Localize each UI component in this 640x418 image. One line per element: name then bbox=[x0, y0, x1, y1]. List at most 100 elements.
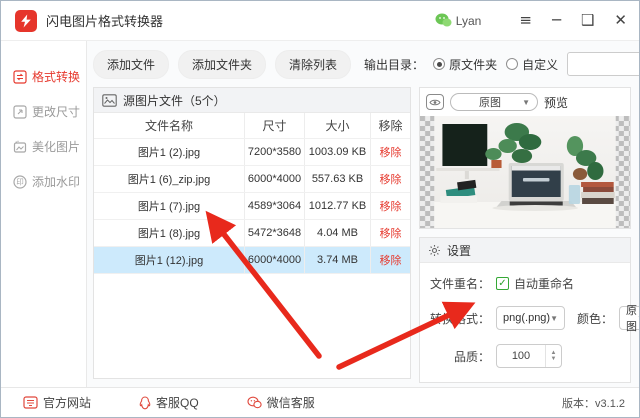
radio-custom-label: 自定义 bbox=[522, 57, 559, 72]
watermark-icon: 印 bbox=[13, 174, 27, 189]
radio-custom[interactable]: 自定义 bbox=[506, 56, 558, 73]
chevron-down-icon: ▼ bbox=[550, 313, 559, 323]
color-label: 颜色： bbox=[577, 311, 614, 326]
sidebar-item-label: 格式转换 bbox=[32, 70, 81, 84]
color-dropdown[interactable]: 原图 ▼ bbox=[619, 305, 639, 333]
sidebar-item-format-convert[interactable]: 格式转换 bbox=[1, 59, 86, 94]
table-row[interactable]: 图片1 (6)_zip.jpg 6000*4000 557.63 KB 移除 bbox=[94, 166, 410, 193]
sidebar-item-beautify[interactable]: 美化图片 bbox=[1, 129, 86, 164]
table-row[interactable]: 图片1 (8).jpg 5472*3648 4.04 MB 移除 bbox=[94, 220, 410, 247]
preview-label: 预览 bbox=[544, 95, 569, 110]
app-logo-icon bbox=[15, 9, 37, 32]
column-header-dimensions: 尺寸 bbox=[244, 113, 304, 138]
preview-panel: 原图 ▼ 预览 bbox=[419, 87, 631, 229]
remove-link[interactable]: 移除 bbox=[370, 220, 410, 246]
file-name: 图片1 (12).jpg bbox=[134, 255, 204, 267]
footer-bar: 官方网站 客服QQ 微信客服 版本：v3.1.2 bbox=[1, 387, 639, 417]
settings-panel: 设置 文件重名： ✓ 自动重命名 转换格式： png(.png) ▼ 颜色： 原… bbox=[419, 237, 639, 383]
add-files-button[interactable]: 添加文件 bbox=[93, 49, 170, 79]
radio-original-folder[interactable]: 原文件夹 bbox=[433, 56, 497, 73]
wechat-support-label: 微信客服 bbox=[266, 396, 315, 410]
source-files-header: 源图片文件（5个） bbox=[94, 88, 410, 113]
format-dropdown[interactable]: png(.png) ▼ bbox=[496, 306, 566, 330]
file-name: 图片1 (2).jpg bbox=[137, 147, 201, 159]
clear-list-button[interactable]: 清除列表 bbox=[275, 49, 352, 79]
remove-link[interactable]: 移除 bbox=[370, 193, 410, 219]
sidebar-item-label: 美化图片 bbox=[32, 140, 81, 154]
file-dimensions: 6000*4000 bbox=[244, 166, 304, 192]
sidebar-item-resize[interactable]: 更改尺寸 bbox=[1, 94, 86, 129]
user-name: Lyan bbox=[455, 13, 482, 28]
table-row[interactable]: 图片1 (7).jpg 4589*3064 1012.77 KB 移除 bbox=[94, 193, 410, 220]
gear-icon bbox=[429, 244, 440, 256]
rename-label: 文件重名： bbox=[429, 277, 490, 291]
beautify-icon bbox=[13, 140, 27, 153]
resize-icon bbox=[13, 104, 27, 119]
maximize-icon[interactable]: ❑ bbox=[581, 13, 594, 28]
close-icon[interactable]: ✕ bbox=[614, 13, 627, 28]
table-header-row: 文件名称 尺寸 大小 移除 bbox=[94, 113, 410, 139]
column-header-remove: 移除 bbox=[370, 113, 410, 138]
file-size: 557.63 KB bbox=[304, 166, 370, 192]
app-window: 闪电图片格式转换器 Lyan ≡ ─ ❑ ✕ 格式转换 更改尺寸 美化图片 印 … bbox=[0, 0, 640, 418]
radio-original-folder-label: 原文件夹 bbox=[449, 57, 498, 72]
sidebar: 格式转换 更改尺寸 美化图片 印 添加水印 bbox=[1, 41, 87, 387]
preview-eye-icon[interactable] bbox=[426, 94, 444, 110]
stepper-down-icon[interactable]: ▼ bbox=[551, 356, 557, 362]
qq-support-label: 客服QQ bbox=[156, 396, 199, 410]
file-dimensions: 6000*4000 bbox=[244, 247, 304, 273]
file-size: 3.74 MB bbox=[304, 247, 370, 273]
chevron-down-icon: ▼ bbox=[522, 97, 530, 107]
wechat-avatar-icon bbox=[435, 13, 452, 27]
website-icon bbox=[23, 396, 38, 409]
format-value: png(.png) bbox=[503, 312, 551, 324]
file-size: 4.04 MB bbox=[304, 220, 370, 246]
format-label: 转换格式： bbox=[429, 311, 490, 326]
preview-mode-dropdown[interactable]: 原图 ▼ bbox=[450, 93, 538, 111]
auto-rename-label: 自动重命名 bbox=[514, 277, 575, 291]
table-row[interactable]: 图片1 (12).jpg 6000*4000 3.74 MB 移除 bbox=[94, 247, 410, 274]
file-name: 图片1 (8).jpg bbox=[137, 228, 201, 240]
output-dir-label: 输出目录： bbox=[364, 57, 425, 72]
wechat-support-link[interactable]: 微信客服 bbox=[247, 394, 315, 411]
remove-link[interactable]: 移除 bbox=[370, 247, 410, 273]
file-size: 1012.77 KB bbox=[304, 193, 370, 219]
settings-title: 设置 bbox=[447, 243, 472, 258]
add-folder-button[interactable]: 添加文件夹 bbox=[178, 49, 267, 79]
version-label: 版本：v3.1.2 bbox=[562, 397, 625, 410]
user-account[interactable]: Lyan bbox=[435, 13, 482, 28]
sidebar-item-watermark[interactable]: 印 添加水印 bbox=[1, 164, 86, 199]
quality-value: 100 bbox=[511, 350, 531, 362]
official-website-link[interactable]: 官方网站 bbox=[23, 394, 91, 411]
sidebar-item-label: 更改尺寸 bbox=[32, 105, 81, 119]
menu-icon[interactable]: ≡ bbox=[519, 13, 532, 28]
official-website-label: 官方网站 bbox=[43, 396, 92, 410]
file-dimensions: 7200*3580 bbox=[244, 139, 304, 165]
auto-rename-checkbox[interactable]: ✓ bbox=[496, 277, 509, 290]
preview-mode-value: 原图 bbox=[479, 97, 502, 109]
quality-stepper[interactable]: 100 ▲ ▼ bbox=[496, 344, 562, 368]
sidebar-item-label: 添加水印 bbox=[32, 175, 81, 189]
file-table: 文件名称 尺寸 大小 移除 图片1 (2).jpg 7200*3580 1003… bbox=[94, 113, 410, 274]
qq-support-link[interactable]: 客服QQ bbox=[139, 394, 199, 411]
radio-original-folder-control[interactable] bbox=[433, 58, 446, 70]
minimize-icon[interactable]: ─ bbox=[552, 13, 561, 28]
radio-custom-control[interactable] bbox=[506, 58, 519, 70]
app-title: 闪电图片格式转换器 bbox=[46, 14, 164, 29]
title-bar: 闪电图片格式转换器 Lyan ≡ ─ ❑ ✕ bbox=[1, 1, 639, 41]
remove-link[interactable]: 移除 bbox=[370, 139, 410, 165]
image-file-icon bbox=[102, 93, 117, 107]
column-header-name: 文件名称 bbox=[144, 119, 193, 133]
quality-label: 品质： bbox=[453, 349, 490, 364]
file-name: 图片1 (6)_zip.jpg bbox=[127, 174, 211, 186]
source-files-title: 源图片文件（5个） bbox=[123, 93, 226, 108]
remove-link[interactable]: 移除 bbox=[370, 166, 410, 192]
svg-text:印: 印 bbox=[16, 177, 24, 186]
file-size: 1003.09 KB bbox=[304, 139, 370, 165]
column-header-size: 大小 bbox=[304, 113, 370, 138]
table-row[interactable]: 图片1 (2).jpg 7200*3580 1003.09 KB 移除 bbox=[94, 139, 410, 166]
source-files-panel: 源图片文件（5个） 文件名称 尺寸 大小 移除 图片1 (2).jpg 7200… bbox=[93, 87, 411, 379]
qq-penguin-icon bbox=[139, 395, 151, 409]
wechat-icon bbox=[247, 396, 262, 409]
output-path-input[interactable] bbox=[567, 52, 639, 76]
